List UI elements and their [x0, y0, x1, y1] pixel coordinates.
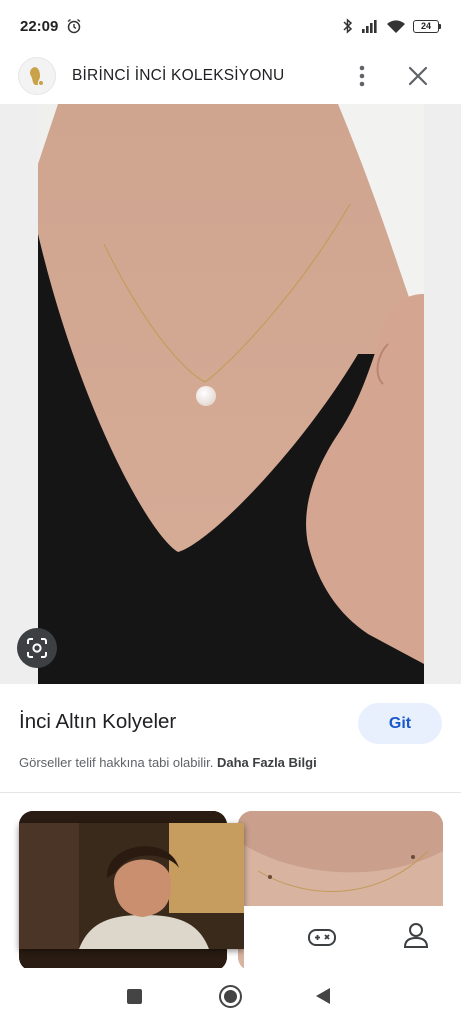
video-overlay[interactable] — [19, 823, 244, 949]
gamepad-icon[interactable] — [307, 922, 337, 952]
pearl-logo-icon[interactable] — [18, 57, 56, 95]
home-icon[interactable] — [219, 985, 242, 1008]
page-title: BİRİNCİ İNCİ KOLEKSİYONU — [72, 67, 285, 84]
status-icons: 24 — [342, 18, 441, 34]
signal-icon — [362, 20, 377, 33]
recents-icon[interactable] — [127, 989, 142, 1004]
battery-level: 24 — [413, 19, 439, 33]
more-info-link[interactable]: Daha Fazla Bilgi — [217, 755, 317, 770]
lens-search-icon[interactable] — [17, 628, 57, 668]
divider — [0, 792, 461, 793]
system-navigation — [0, 968, 461, 1024]
profile-icon[interactable] — [401, 920, 431, 950]
bottom-navigation — [244, 906, 461, 968]
wifi-icon — [387, 19, 405, 33]
status-bar: 22:09 24 — [0, 0, 461, 52]
back-icon[interactable] — [316, 988, 330, 1004]
copyright-text: Görseller telif hakkına tabi olabilir. — [19, 755, 214, 770]
header: BİRİNCİ İNCİ KOLEKSİYONU — [0, 52, 461, 100]
visit-button[interactable]: Git — [358, 703, 442, 744]
result-title: İnci Altın Kolyeler — [19, 710, 177, 733]
alarm-icon — [67, 18, 81, 34]
battery-icon: 24 — [413, 19, 441, 33]
image-viewer — [0, 104, 461, 684]
bluetooth-icon — [343, 18, 353, 34]
status-time: 22:09 — [20, 17, 59, 35]
more-vert-icon[interactable] — [349, 62, 375, 90]
close-icon[interactable] — [404, 62, 432, 90]
pearl-necklace-photo[interactable] — [38, 104, 424, 684]
copyright-notice: Görseller telif hakkına tabi olabilir. D… — [19, 755, 317, 770]
